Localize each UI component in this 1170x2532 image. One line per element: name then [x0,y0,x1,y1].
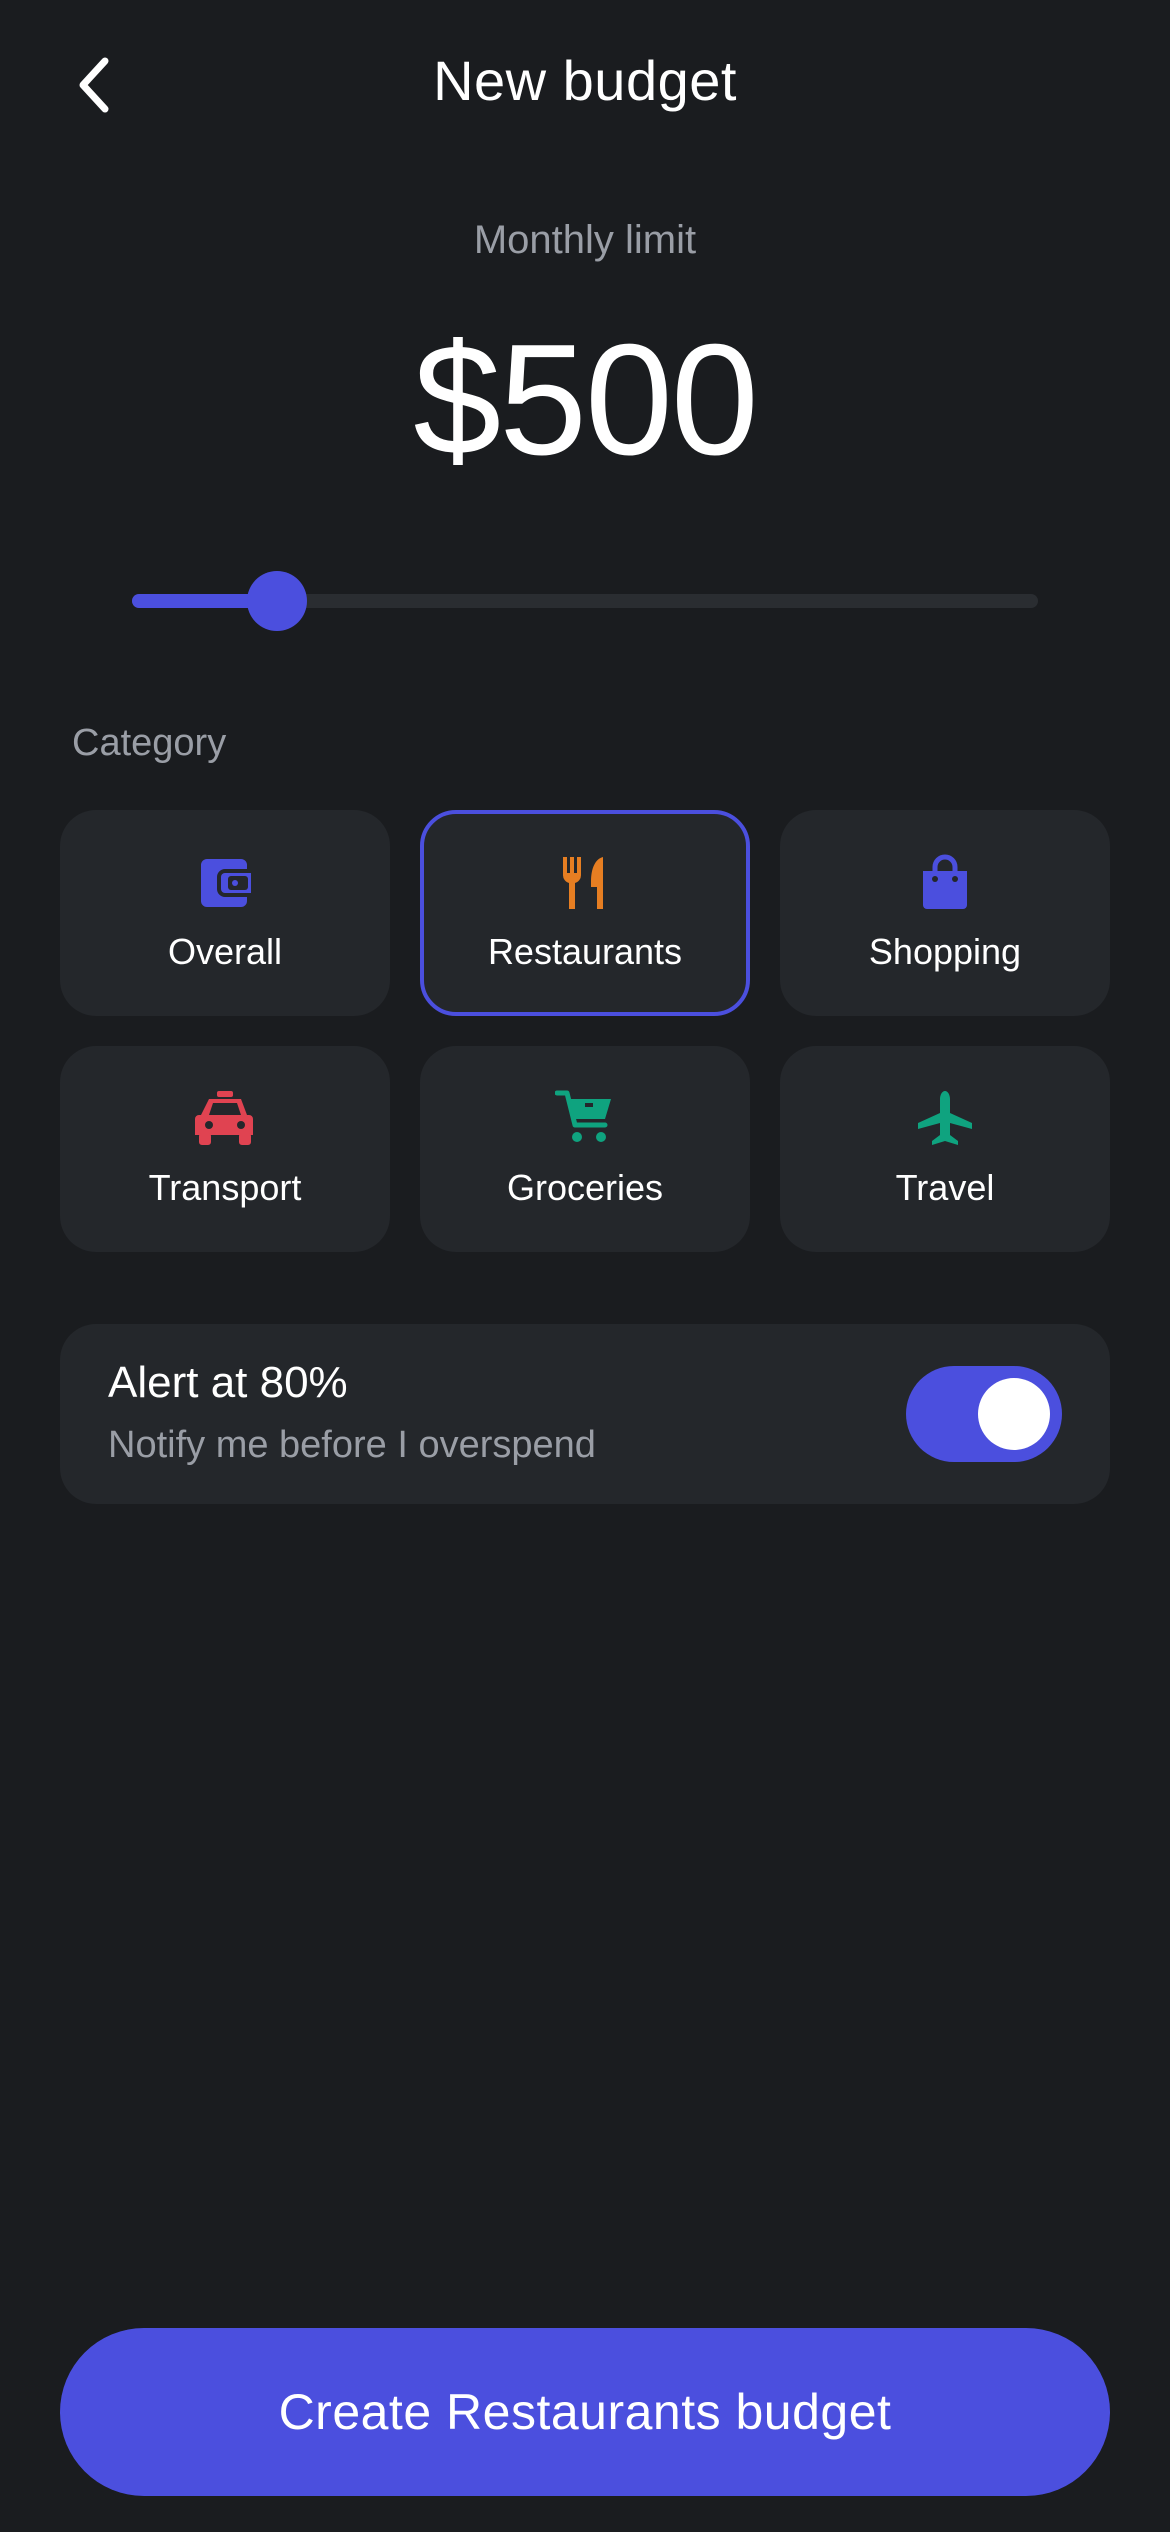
utensils-icon [562,857,603,909]
amount-slider[interactable] [132,570,1038,631]
alert-subtitle: Notify me before I overspend [108,1424,596,1466]
category-transport[interactable]: Transport [60,1046,390,1252]
alert-toggle[interactable] [906,1366,1062,1462]
category-label-text: Overall [167,931,283,972]
category-label-text: Travel [895,1167,995,1208]
category-groceries[interactable]: Groceries [420,1046,750,1252]
shopping-bag-icon [923,854,967,909]
airplane-icon [918,1091,972,1145]
wallet-icon [201,859,251,907]
cart-icon [555,1090,611,1142]
toggle-knob [978,1378,1050,1450]
budget-amount: $500 [413,312,759,488]
category-restaurants[interactable]: Restaurants [420,810,750,1016]
category-travel[interactable]: Travel [780,1046,1110,1252]
category-grid: Overall Restaurants Shopping Transport G… [60,810,1110,1252]
new-budget-screen: New budget Monthly limit $500 Category O… [0,0,1170,2532]
category-label-text: Shopping [868,931,1022,972]
category-label: Category [72,722,227,764]
category-label-text: Transport [148,1167,302,1208]
monthly-limit-label: Monthly limit [473,218,697,262]
alert-title: Alert at 80% [108,1358,348,1407]
header: New budget [0,30,1170,140]
category-label-text: Groceries [506,1167,664,1208]
taxi-icon [195,1091,253,1145]
category-shopping[interactable]: Shopping [780,810,1110,1016]
slider-thumb[interactable] [246,571,307,631]
alert-setting-card: Alert at 80% Notify me before I overspen… [60,1324,1110,1504]
category-label-text: Restaurants [487,931,683,972]
category-overall[interactable]: Overall [60,810,390,1016]
create-budget-button[interactable]: Create Restaurants budget [60,2328,1110,2496]
page-title: New budget [433,49,737,112]
